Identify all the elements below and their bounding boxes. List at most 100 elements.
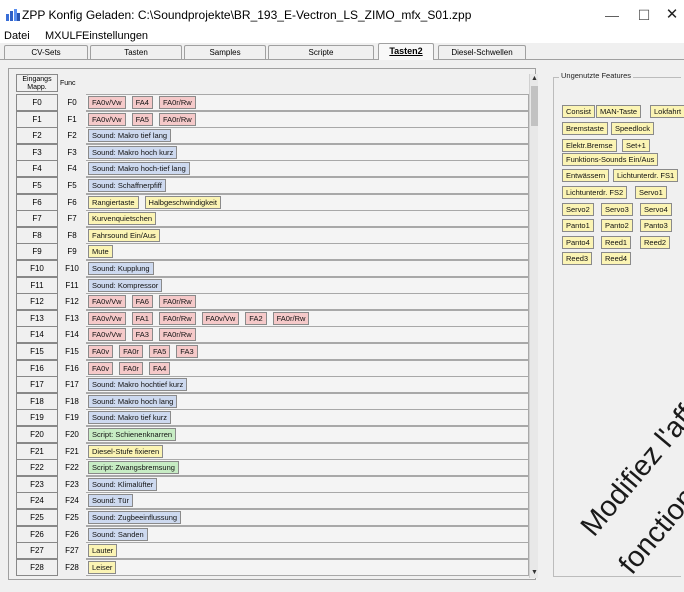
feature-chip[interactable]: Sound: Kompressor [88, 278, 163, 292]
input-cell[interactable]: F11 [16, 276, 58, 294]
unused-feature-chip[interactable]: Bremstaste [562, 122, 608, 135]
unused-feature-chip[interactable]: Reed2 [640, 236, 671, 249]
input-cell[interactable]: F22 [16, 459, 58, 477]
drop-area[interactable] [86, 558, 529, 576]
input-cell[interactable]: F27 [16, 542, 58, 560]
input-cell[interactable]: F4 [16, 160, 58, 178]
input-cell[interactable]: F24 [16, 492, 58, 510]
feature-chip[interactable]: FA0v/Vw [201, 311, 240, 325]
input-cell[interactable]: F28 [16, 558, 58, 576]
scroll-up-arrow-icon[interactable]: ▲ [530, 74, 539, 84]
tab-cv-sets[interactable]: CV-Sets [4, 45, 88, 59]
input-cell[interactable]: F15 [16, 343, 58, 360]
feature-chip[interactable]: FA0r/Rw [158, 328, 196, 342]
feature-chip[interactable]: Sound: Makro hoch lang [88, 394, 178, 408]
unused-feature-chip[interactable]: Servo2 [562, 203, 594, 216]
input-cell[interactable]: F8 [16, 226, 58, 244]
unused-feature-chip[interactable]: Lichtunterdr. FS1 [613, 169, 679, 182]
input-cell[interactable]: F16 [16, 359, 58, 377]
feature-chip[interactable]: FA0r/Rw [158, 96, 196, 109]
input-cell[interactable]: F18 [16, 392, 58, 410]
unused-feature-chip[interactable]: Speedlock [611, 122, 655, 135]
feature-chip[interactable]: Sound: Makro hochtief kurz [88, 378, 188, 392]
input-cell[interactable]: F25 [16, 509, 58, 526]
input-cell[interactable]: F0 [16, 94, 58, 111]
unused-feature-chip[interactable]: Elektr.Bremse [562, 139, 617, 152]
input-cell[interactable]: F26 [16, 525, 58, 543]
feature-chip[interactable]: Kurvenquietschen [88, 212, 157, 226]
unused-feature-chip[interactable]: Lichtunterdr. FS2 [562, 186, 628, 199]
unused-feature-chip[interactable]: Consist [562, 105, 596, 118]
tab-diesel-schwellen[interactable]: Diesel-Schwellen [438, 45, 526, 59]
tab-samples[interactable]: Samples [184, 45, 266, 59]
scroll-thumb[interactable] [531, 86, 538, 126]
feature-chip[interactable]: FA0v/Vw [88, 311, 126, 325]
feature-chip[interactable]: Diesel-Stufe fixieren [88, 444, 164, 458]
tab-tasten2[interactable]: Tasten2 [378, 43, 434, 60]
input-cell[interactable]: F6 [16, 193, 58, 211]
drop-area[interactable] [86, 525, 529, 543]
feature-chip[interactable]: Sound: Schaffnerpfiff [88, 179, 166, 192]
close-button[interactable]: ✕ [654, 2, 684, 28]
unused-feature-chip[interactable]: Reed4 [601, 252, 632, 265]
feature-chip[interactable]: FA3 [131, 328, 153, 342]
feature-chip[interactable]: FA4 [131, 96, 153, 109]
unused-feature-chip[interactable]: Reed1 [601, 236, 632, 249]
unused-feature-chip[interactable]: Panto1 [562, 219, 594, 232]
feature-chip[interactable]: Rangiertaste [88, 195, 139, 209]
feature-chip[interactable]: Leiser [88, 560, 117, 574]
feature-chip[interactable]: Lauter [88, 544, 118, 558]
feature-chip[interactable]: Halbgeschwindigkeit [144, 195, 221, 209]
feature-chip[interactable]: FA0r/Rw [158, 112, 196, 126]
feature-chip[interactable]: Sound: Klimalüfter [88, 477, 158, 491]
feature-chip[interactable]: Sound: Makro hoch kurz [88, 145, 178, 159]
drop-area[interactable] [86, 542, 529, 560]
feature-chip[interactable]: FA3 [176, 345, 198, 358]
tab-scripte[interactable]: Scripte [268, 45, 374, 59]
unused-feature-chip[interactable]: Set+1 [622, 139, 650, 152]
input-cell[interactable]: F21 [16, 442, 58, 460]
feature-chip[interactable]: Script: Schienenknarren [88, 428, 177, 441]
input-cell[interactable]: F1 [16, 110, 58, 128]
menu-mxulf[interactable]: MXULF [45, 30, 82, 43]
vertical-scrollbar[interactable]: ▲ ▼ [529, 74, 538, 578]
unused-feature-chip[interactable]: Panto2 [601, 219, 633, 232]
feature-chip[interactable]: FA0v [88, 345, 114, 358]
feature-chip[interactable]: FA0r [119, 345, 143, 358]
input-cell[interactable]: F7 [16, 210, 58, 228]
drop-area[interactable] [86, 243, 529, 261]
menu-datei[interactable]: Datei [4, 30, 30, 43]
feature-chip[interactable]: FA4 [148, 361, 171, 375]
feature-chip[interactable]: FA6 [131, 295, 153, 309]
feature-chip[interactable]: FA0v/Vw [88, 328, 126, 342]
input-cell[interactable]: F10 [16, 260, 58, 277]
feature-chip[interactable]: Sound: Tür [88, 494, 133, 508]
input-cell[interactable]: F3 [16, 143, 58, 161]
unused-feature-chip[interactable]: Reed3 [562, 252, 593, 265]
feature-chip[interactable]: FA5 [148, 345, 171, 358]
unused-feature-chip[interactable]: Servo4 [640, 203, 672, 216]
feature-chip[interactable]: Sound: Makro hoch-tief lang [88, 162, 190, 176]
feature-chip[interactable]: FA5 [131, 112, 153, 126]
unused-feature-chip[interactable]: Servo3 [601, 203, 633, 216]
unused-feature-chip[interactable]: Panto3 [640, 219, 672, 232]
feature-chip[interactable]: FA2 [245, 311, 267, 325]
feature-chip[interactable]: Sound: Sanden [88, 527, 148, 541]
unused-feature-chip[interactable]: Panto4 [562, 236, 594, 249]
feature-chip[interactable]: FA0r/Rw [272, 311, 310, 325]
input-cell[interactable]: F20 [16, 426, 58, 443]
input-cell[interactable]: F14 [16, 326, 58, 344]
input-cell[interactable]: F23 [16, 475, 58, 493]
unused-feature-chip[interactable]: Lokfahrt [650, 105, 684, 118]
feature-chip[interactable]: Fahrsound Ein/Aus [88, 228, 160, 242]
feature-chip[interactable]: Sound: Makro tief lang [88, 129, 172, 143]
feature-chip[interactable]: Sound: Zugbeeinflussung [88, 511, 182, 524]
unused-feature-chip[interactable]: Funktions-Sounds Ein/Aus [562, 153, 659, 166]
scroll-down-arrow-icon[interactable]: ▼ [530, 568, 539, 578]
input-cell[interactable]: F17 [16, 376, 58, 394]
input-cell[interactable]: F13 [16, 309, 58, 327]
feature-chip[interactable]: FA0v/Vw [88, 295, 126, 309]
menu-einstellungen[interactable]: Einstellungen [82, 30, 148, 43]
feature-chip[interactable]: FA0v [88, 361, 114, 375]
feature-chip[interactable]: FA0r [119, 361, 143, 375]
